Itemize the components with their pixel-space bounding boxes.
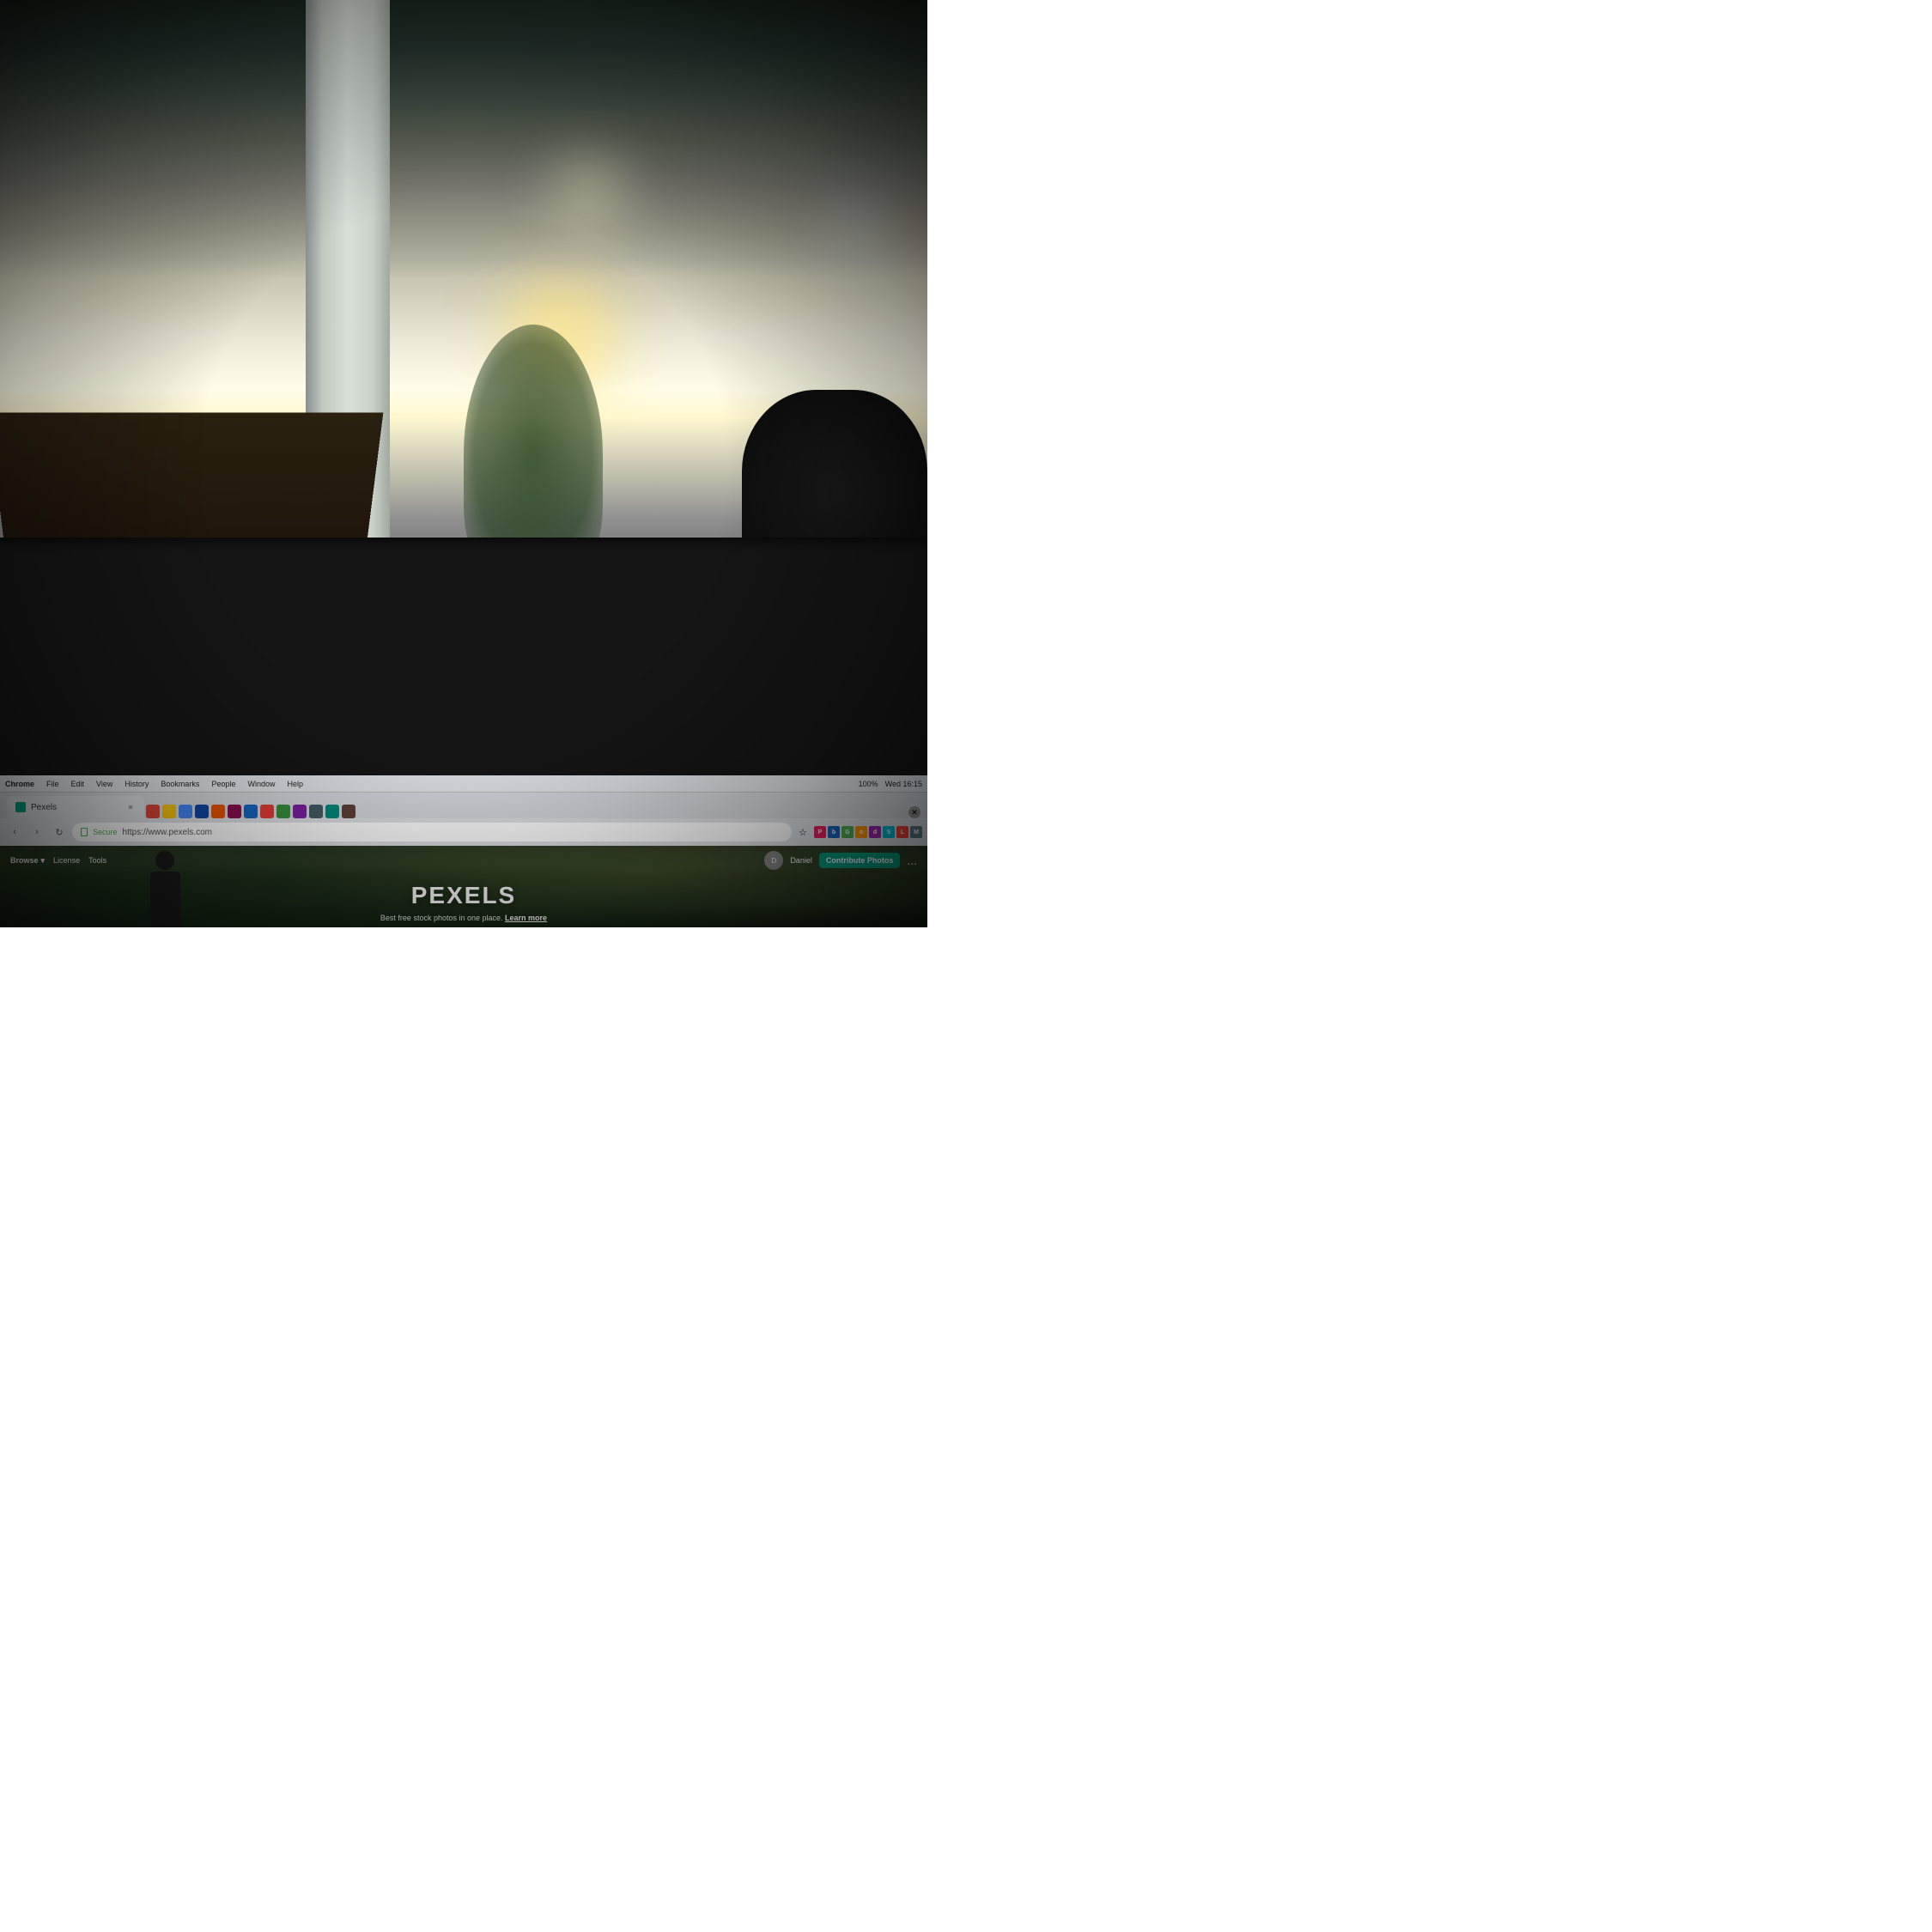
bookmark-star-icon[interactable]: ☆ — [795, 824, 811, 840]
tab-close-button[interactable]: ✕ — [125, 802, 136, 812]
ext-icon9 — [309, 805, 323, 818]
menu-edit[interactable]: Edit — [71, 780, 85, 788]
menu-window[interactable]: Window — [247, 780, 275, 788]
monitor-bezel: Chrome File Edit View History Bookmarks … — [0, 538, 927, 927]
ext-cyan-icon[interactable]: S — [883, 826, 895, 838]
clock: Wed 16:15 — [885, 780, 922, 788]
nav-right: D Daniel Contribute Photos ... — [764, 851, 917, 870]
ext-icon5 — [244, 805, 258, 818]
back-button[interactable]: ‹ — [5, 823, 24, 841]
secure-label: Secure — [93, 828, 118, 836]
tab-bar-icons — [146, 805, 355, 818]
menu-bookmarks[interactable]: Bookmarks — [161, 780, 199, 788]
tab-favicon — [15, 802, 26, 812]
url-text: https://www.pexels.com — [123, 828, 212, 837]
tab-title: Pexels — [31, 803, 57, 812]
battery-status: 100% — [859, 780, 878, 788]
pexels-subtitle: Best free stock photos in one place. Lea… — [380, 914, 547, 922]
ext-icon8 — [293, 805, 307, 818]
bokeh-light-3 — [816, 185, 902, 271]
ext-blue-icon[interactable]: b — [828, 826, 840, 838]
ext-orange-icon[interactable]: o — [855, 826, 867, 838]
menu-help[interactable]: Help — [287, 780, 303, 788]
ext-icon10 — [325, 805, 339, 818]
more-options-button[interactable]: ... — [907, 854, 917, 867]
browser-window: Chrome File Edit View History Bookmarks … — [0, 775, 927, 927]
browse-nav-item[interactable]: Browse ▾ — [10, 856, 45, 866]
browse-chevron-icon: ▾ — [41, 856, 46, 866]
menu-bar-right: 100% Wed 16:15 — [859, 780, 922, 788]
tools-nav-link[interactable]: Tools — [88, 856, 106, 865]
ext-cal-icon — [179, 805, 192, 818]
website-content: Browse ▾ License Tools D Daniel Contribu… — [0, 846, 927, 927]
ext-icon3 — [211, 805, 225, 818]
ext-icon7 — [276, 805, 290, 818]
ext-purple-icon[interactable]: d — [869, 826, 881, 838]
pexels-hero: PEXELS Best free stock photos in one pla… — [0, 875, 927, 927]
menu-people[interactable]: People — [211, 780, 235, 788]
learn-more-link[interactable]: Learn more — [505, 914, 547, 922]
close-window-button[interactable]: ✕ — [908, 806, 920, 818]
tab-bar: Pexels ✕ ✕ — [0, 793, 927, 818]
macos-menu-bar: Chrome File Edit View History Bookmarks … — [0, 775, 927, 793]
menu-file[interactable]: File — [46, 780, 59, 788]
ext-drive-icon — [162, 805, 176, 818]
ext-icon11 — [342, 805, 355, 818]
pexels-nav: Browse ▾ License Tools D Daniel Contribu… — [0, 846, 927, 875]
ext-icon6 — [260, 805, 274, 818]
bokeh-light-2 — [538, 139, 641, 242]
pexels-logo-text: PEXELS — [411, 882, 516, 909]
ext-red-icon[interactable]: L — [896, 826, 908, 838]
address-field[interactable]: Secure https://www.pexels.com — [72, 823, 792, 841]
contribute-photos-button[interactable]: Contribute Photos — [819, 853, 901, 868]
refresh-button[interactable]: ↻ — [50, 823, 69, 841]
active-tab[interactable]: Pexels ✕ — [7, 796, 144, 818]
secure-icon — [81, 828, 88, 836]
ext-green-icon[interactable]: G — [841, 826, 854, 838]
address-bar-extensions: P b G o d S L M — [814, 826, 922, 838]
menu-view[interactable]: View — [96, 780, 112, 788]
menu-history[interactable]: History — [125, 780, 149, 788]
license-nav-link[interactable]: License — [53, 856, 80, 865]
user-name[interactable]: Daniel — [790, 856, 812, 865]
ext-cal2-icon — [195, 805, 209, 818]
ext-gmail-icon — [146, 805, 160, 818]
ext-grey-icon[interactable]: M — [910, 826, 922, 838]
app-menu-chrome[interactable]: Chrome — [5, 780, 34, 788]
user-avatar[interactable]: D — [764, 851, 783, 870]
forward-button[interactable]: › — [27, 823, 46, 841]
address-bar-row: ‹ › ↻ Secure https://www.pexels.com ☆ P … — [0, 818, 927, 846]
ext-icon4 — [228, 805, 241, 818]
ext-pinterest-icon[interactable]: P — [814, 826, 826, 838]
